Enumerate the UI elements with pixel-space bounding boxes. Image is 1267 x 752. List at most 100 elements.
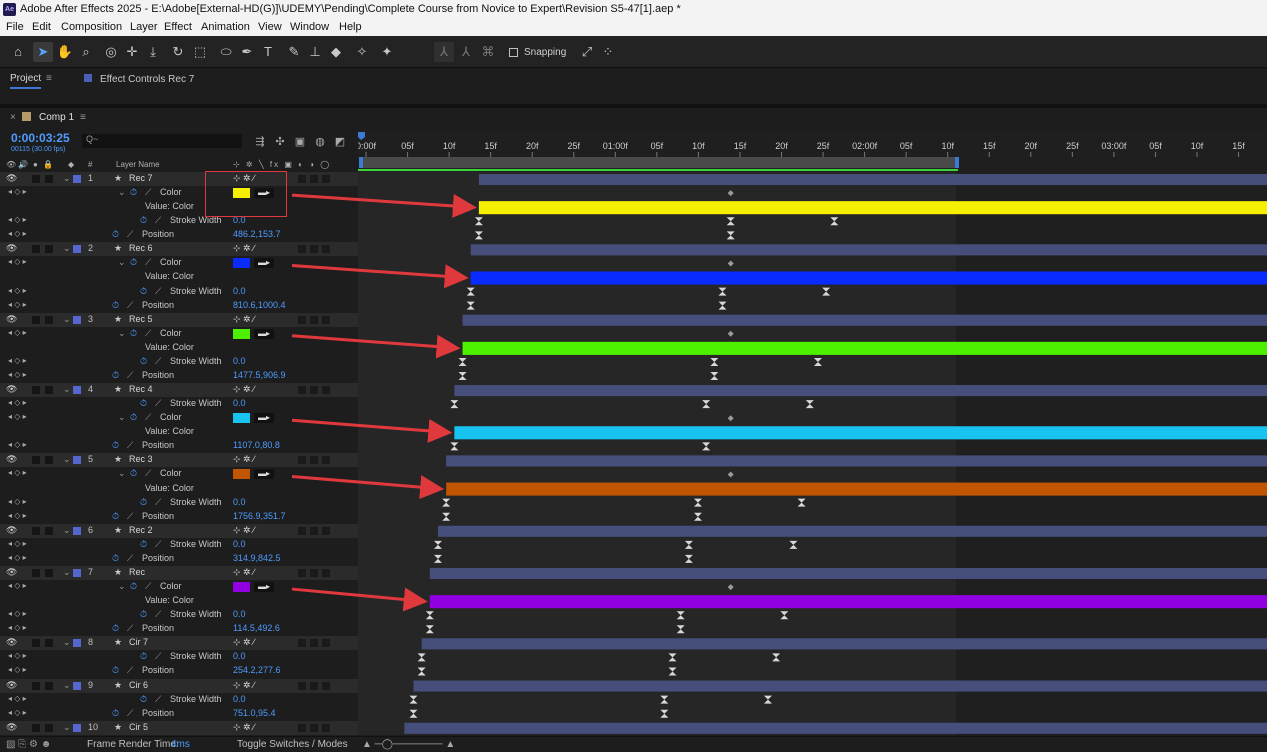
property-row[interactable]: ◂ ◇ ▸ ⏱ ⟋ Stroke Width 0.0 bbox=[0, 397, 358, 411]
work-area-start-handle[interactable] bbox=[359, 157, 363, 168]
stopwatch-icon[interactable]: ⏱ bbox=[140, 497, 147, 508]
adjustment-switch[interactable] bbox=[322, 723, 330, 732]
stopwatch-icon[interactable]: ⏱ bbox=[130, 328, 137, 339]
graph-icon[interactable]: ⟋ bbox=[155, 398, 161, 409]
stopwatch-icon[interactable]: ⏱ bbox=[140, 651, 147, 662]
layer-row[interactable]: 👁 ⌄ 3 ★ Rec 5 ⊹ ✲ ∕ bbox=[0, 312, 358, 327]
selection-tool-icon[interactable]: ➤ bbox=[33, 42, 53, 62]
effect-switch[interactable] bbox=[298, 681, 306, 690]
stopwatch-icon[interactable]: ⏱ bbox=[112, 229, 119, 240]
property-row[interactable]: Value: Color bbox=[0, 341, 358, 355]
layer-name[interactable]: Cir 7 bbox=[129, 637, 148, 647]
layer-row[interactable]: 👁 ⌄ 5 ★ Rec 3 ⊹ ✲ ∕ bbox=[0, 453, 358, 468]
adjustment-switch[interactable] bbox=[322, 639, 330, 648]
solo-switch[interactable] bbox=[32, 175, 40, 183]
twirl-down-icon[interactable]: ⌄ bbox=[63, 525, 71, 536]
layer-name[interactable]: Rec 3 bbox=[129, 454, 153, 464]
property-row[interactable]: ◂ ◇ ▸ ⏱ ⟋ Stroke Width 0.0 bbox=[0, 538, 358, 552]
property-value[interactable]: 0.0 bbox=[233, 286, 246, 296]
shy-collapse-quality-icons[interactable]: ⊹ ✲ ∕ bbox=[233, 680, 255, 691]
effect-switch[interactable] bbox=[298, 639, 306, 648]
property-value[interactable]: 0.0 bbox=[233, 215, 246, 225]
clone-stamp-icon[interactable]: ⊥ bbox=[305, 42, 325, 62]
property-value[interactable]: 1107.0,80.8 bbox=[233, 440, 280, 450]
keyframe-navigator[interactable]: ◂ ◇ ▸ bbox=[8, 468, 27, 477]
stopwatch-icon[interactable]: ⏱ bbox=[112, 440, 119, 451]
property-row[interactable]: ◂ ◇ ▸ ⏱ ⟋ Stroke Width 0.0 bbox=[0, 496, 358, 510]
work-area-end-handle[interactable] bbox=[955, 157, 959, 168]
stopwatch-icon[interactable]: ⏱ bbox=[112, 553, 119, 564]
layer-search-input[interactable]: Q~ bbox=[82, 134, 242, 148]
property-value[interactable]: 1477.5,906.9 bbox=[233, 370, 286, 380]
twirl-down-icon[interactable]: ⌄ bbox=[63, 314, 71, 325]
eyedropper-icon[interactable]: ▬▸ bbox=[254, 582, 274, 593]
keyframe-navigator[interactable]: ◂ ◇ ▸ bbox=[8, 609, 27, 618]
layer-duration-bar[interactable] bbox=[462, 314, 1267, 326]
property-row[interactable]: ◂ ◇ ▸ ⏱ ⟋ Stroke Width 0.0 bbox=[0, 285, 358, 299]
axis-world-icon[interactable]: ⅄ bbox=[456, 42, 476, 62]
lock-switch[interactable] bbox=[45, 245, 53, 254]
stopwatch-icon[interactable]: ⏱ bbox=[130, 581, 137, 592]
adjustment-switch[interactable] bbox=[322, 175, 330, 183]
property-row[interactable]: ◂ ◇ ▸ ⌄ ⏱ ⟋ Color ▬▸ bbox=[0, 327, 358, 341]
visibility-eye-icon[interactable]: 👁 bbox=[6, 384, 17, 395]
pen-tool-icon[interactable]: ✒ bbox=[237, 42, 257, 62]
keyframe-navigator[interactable]: ◂ ◇ ▸ bbox=[8, 257, 27, 266]
adjustment-switch[interactable] bbox=[322, 245, 330, 254]
hand-tool-icon[interactable]: ✋ bbox=[55, 42, 75, 62]
lock-switch[interactable] bbox=[45, 526, 53, 535]
twirl-down-icon[interactable]: ⌄ bbox=[118, 328, 126, 339]
property-row[interactable]: ◂ ◇ ▸ ⏱ ⟋ Stroke Width 0.0 bbox=[0, 693, 358, 707]
shy-layers-icon[interactable]: ▣ bbox=[293, 135, 307, 149]
twirl-down-icon[interactable]: ⌄ bbox=[118, 257, 126, 268]
property-row[interactable]: Value: Color bbox=[0, 270, 358, 284]
lock-switch[interactable] bbox=[45, 681, 53, 690]
layer-name[interactable]: Rec 5 bbox=[129, 314, 153, 324]
stopwatch-icon[interactable]: ⏱ bbox=[112, 708, 119, 719]
stopwatch-icon[interactable]: ⏱ bbox=[130, 187, 137, 198]
color-swatch[interactable] bbox=[233, 328, 250, 339]
label-color-swatch[interactable] bbox=[73, 639, 81, 648]
solo-switch[interactable] bbox=[32, 456, 40, 465]
lock-switch[interactable] bbox=[45, 639, 53, 648]
graph-icon[interactable]: ⟋ bbox=[145, 412, 151, 423]
keyframe-navigator[interactable]: ◂ ◇ ▸ bbox=[8, 300, 27, 309]
effect-switch[interactable] bbox=[298, 568, 306, 577]
adjustment-switch[interactable] bbox=[322, 315, 330, 324]
property-value[interactable]: 0.0 bbox=[233, 609, 246, 619]
graph-icon[interactable]: ⟋ bbox=[155, 694, 161, 705]
time-ruler[interactable]: 0:00f 05f 10f 15f 20f 25f 01:00f 05f 10f 15f 20f 25… bbox=[356, 130, 1267, 172]
solo-switch[interactable] bbox=[32, 526, 40, 535]
shy-collapse-quality-icons[interactable]: ⊹ ✲ ∕ bbox=[233, 314, 255, 325]
graph-icon[interactable]: ⟋ bbox=[155, 539, 161, 550]
lock-switch[interactable] bbox=[45, 315, 53, 324]
frame-blending-icon[interactable]: ◍ bbox=[313, 135, 327, 149]
label-color-swatch[interactable] bbox=[73, 245, 81, 254]
shy-collapse-quality-icons[interactable]: ⊹ ✲ ∕ bbox=[233, 567, 255, 578]
eraser-tool-icon[interactable]: ◆ bbox=[326, 42, 346, 62]
property-value[interactable]: 0.0 bbox=[233, 694, 246, 704]
layer-duration-bar[interactable] bbox=[437, 525, 1267, 537]
solo-switch[interactable] bbox=[32, 723, 40, 732]
keyframe-navigator[interactable]: ◂ ◇ ▸ bbox=[8, 440, 27, 449]
property-row[interactable]: ◂ ◇ ▸ ⏱ ⟋ Stroke Width 0.0 bbox=[0, 214, 358, 228]
keyframe-navigator[interactable]: ◂ ◇ ▸ bbox=[8, 356, 27, 365]
color-swatch[interactable] bbox=[233, 469, 250, 480]
adjustment-switch[interactable] bbox=[322, 568, 330, 577]
keyframe-navigator[interactable]: ◂ ◇ ▸ bbox=[8, 398, 27, 407]
label-color-swatch[interactable] bbox=[73, 681, 81, 690]
lock-switch[interactable] bbox=[45, 386, 53, 395]
property-value[interactable]: 254.2,277.6 bbox=[233, 665, 281, 675]
keyframe-navigator[interactable]: ◂ ◇ ▸ bbox=[8, 511, 27, 520]
visibility-eye-icon[interactable]: 👁 bbox=[6, 722, 17, 733]
motion-blur-switch[interactable] bbox=[310, 639, 318, 648]
property-row[interactable]: ◂ ◇ ▸ ⏱ ⟋ Position 1107.0,80.8 bbox=[0, 439, 358, 453]
solo-switch[interactable] bbox=[32, 568, 40, 577]
property-row[interactable]: ◂ ◇ ▸ ⏱ ⟋ Position 314.9,842.5 bbox=[0, 552, 358, 566]
keyframe-navigator[interactable]: ◂ ◇ ▸ bbox=[8, 553, 27, 562]
menu-file[interactable]: File bbox=[6, 21, 24, 33]
motion-blur-switch[interactable] bbox=[310, 245, 318, 254]
graph-icon[interactable]: ⟋ bbox=[155, 215, 161, 226]
snap-features-icon[interactable]: ⁘ bbox=[598, 42, 618, 62]
stopwatch-icon[interactable]: ⏱ bbox=[112, 300, 119, 311]
